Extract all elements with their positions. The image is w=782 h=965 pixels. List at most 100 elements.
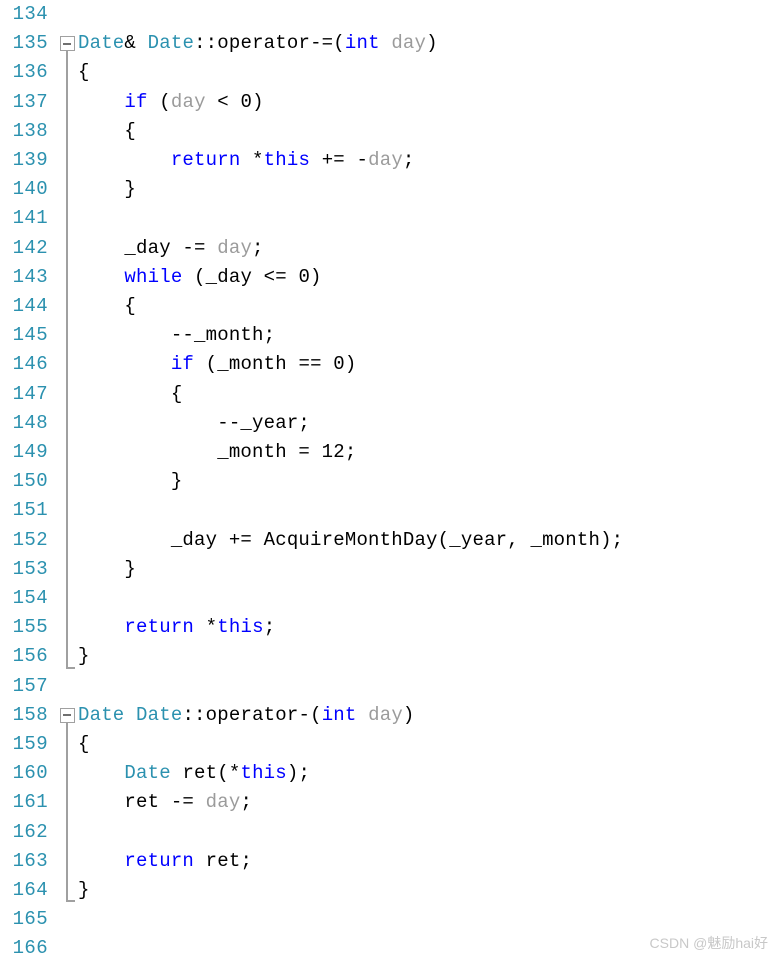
code-line[interactable]: 143 while (_day <= 0) (0, 263, 782, 292)
line-number: 134 (12, 3, 48, 25)
code-token: _day -= (78, 236, 218, 259)
code-line[interactable]: 139 return *this += -day; (0, 146, 782, 175)
code-token: ) (426, 32, 438, 55)
line-content[interactable]: } (78, 876, 90, 905)
line-number: 137 (12, 90, 48, 113)
code-line[interactable]: 148 --_year; (0, 409, 782, 438)
code-token: } (78, 645, 90, 668)
csdn-watermark: CSDN @魅励hai好 (649, 935, 768, 951)
line-number: 153 (12, 557, 48, 580)
code-token: { (78, 119, 137, 142)
line-content[interactable]: _day += AcquireMonthDay(_year, _month); (78, 526, 623, 555)
code-token: if (124, 90, 148, 113)
line-content[interactable]: } (78, 555, 136, 584)
line-content[interactable]: ret -= day; (78, 788, 252, 817)
code-line[interactable]: 135 Date& Date::operator-=(int day) (0, 29, 782, 58)
line-content[interactable]: } (78, 175, 136, 204)
line-content[interactable]: return ret; (78, 847, 252, 876)
code-token: ) (402, 703, 415, 726)
code-token: < 0) (205, 90, 264, 113)
code-line[interactable]: 153 } (0, 555, 782, 584)
code-line[interactable]: 149 _month = 12; (0, 438, 782, 467)
code-line[interactable]: 142 _day -= day; (0, 234, 782, 263)
line-content[interactable]: { (78, 58, 90, 87)
code-line[interactable]: 159 { (0, 730, 782, 759)
line-content[interactable]: --_month; (78, 321, 275, 350)
code-line[interactable]: 150 } (0, 467, 782, 496)
code-line[interactable]: 164} (0, 876, 782, 905)
code-line[interactable]: 155 return *this; (0, 613, 782, 642)
line-number: 141 (12, 207, 48, 230)
line-content[interactable]: _day -= day; (78, 234, 264, 263)
line-content[interactable]: } (78, 467, 182, 496)
code-line[interactable]: 144 { (0, 292, 782, 321)
code-token: return (124, 616, 195, 639)
code-line[interactable]: 136 { (0, 58, 782, 87)
code-token: day (391, 32, 427, 55)
code-token: Date (78, 32, 125, 55)
code-line[interactable]: 162 (0, 818, 782, 847)
line-number: 165 (12, 908, 48, 931)
line-content[interactable]: { (78, 730, 90, 759)
line-content[interactable]: { (78, 292, 136, 321)
line-content[interactable]: if (_month == 0) (78, 350, 356, 379)
line-number: 136 (12, 61, 48, 84)
code-line[interactable]: 138 { (0, 117, 782, 146)
line-number: 160 (12, 762, 48, 785)
code-token: ret -= (78, 791, 206, 814)
line-content[interactable]: return *this; (78, 613, 275, 642)
code-line[interactable]: 134 (0, 0, 782, 29)
code-editor[interactable]: 134 135 Date& Date::operator-=(int day) 136… (0, 0, 782, 965)
line-content[interactable]: --_year; (78, 409, 310, 438)
code-line[interactable]: 137 if (day < 0) (0, 88, 782, 117)
code-line[interactable]: 161 ret -= day; (0, 788, 782, 817)
code-line[interactable]: 163 return ret; (0, 847, 782, 876)
code-line[interactable]: 146 if (_month == 0) (0, 350, 782, 379)
line-content[interactable]: Date Date::operator-(int day) (78, 701, 415, 730)
code-token: } (78, 470, 183, 493)
code-token: (_day <= 0) (182, 265, 322, 288)
code-line[interactable]: 165 (0, 905, 782, 934)
line-content[interactable]: Date& Date::operator-=(int day) (78, 29, 438, 58)
code-line[interactable]: 160 Date ret(*this); (0, 759, 782, 788)
code-line[interactable]: 157 (0, 672, 782, 701)
line-number: 145 (12, 324, 48, 347)
line-content[interactable]: { (78, 117, 136, 146)
code-token: if (170, 353, 195, 376)
line-content[interactable]: if (day < 0) (78, 88, 264, 117)
line-content[interactable]: { (78, 380, 182, 409)
code-token: day (170, 90, 206, 113)
code-line[interactable]: 152 _day += AcquireMonthDay(_year, _mont… (0, 526, 782, 555)
line-number: 149 (12, 441, 48, 463)
line-content[interactable]: while (_day <= 0) (78, 263, 322, 292)
code-token: ); (286, 762, 311, 785)
code-line[interactable]: 158 Date Date::operator-(int day) (0, 701, 782, 730)
code-token: ret; (194, 849, 253, 872)
line-number: 154 (12, 587, 48, 609)
code-token: += - (310, 149, 369, 171)
code-line[interactable]: 140 } (0, 175, 782, 204)
line-content[interactable]: _month = 12; (78, 438, 356, 467)
code-line[interactable]: 141 (0, 204, 782, 233)
line-number: 139 (12, 149, 48, 171)
code-token: } (78, 879, 90, 901)
code-token: } (78, 178, 137, 201)
line-number: 148 (12, 411, 48, 434)
line-content[interactable]: Date ret(*this); (78, 759, 310, 788)
code-line[interactable]: 154 (0, 584, 782, 613)
code-line[interactable]: 147 { (0, 380, 782, 409)
code-token: int (344, 32, 380, 55)
line-content[interactable]: } (78, 642, 90, 671)
line-content[interactable]: return *this += -day; (78, 146, 415, 175)
code-line[interactable]: 145 --_month; (0, 321, 782, 350)
code-line[interactable]: 151 (0, 496, 782, 525)
line-number: 164 (12, 879, 48, 901)
code-token: * (240, 149, 264, 171)
code-token: { (78, 295, 137, 317)
line-number: 161 (12, 791, 48, 814)
code-line[interactable]: 156} (0, 642, 782, 671)
